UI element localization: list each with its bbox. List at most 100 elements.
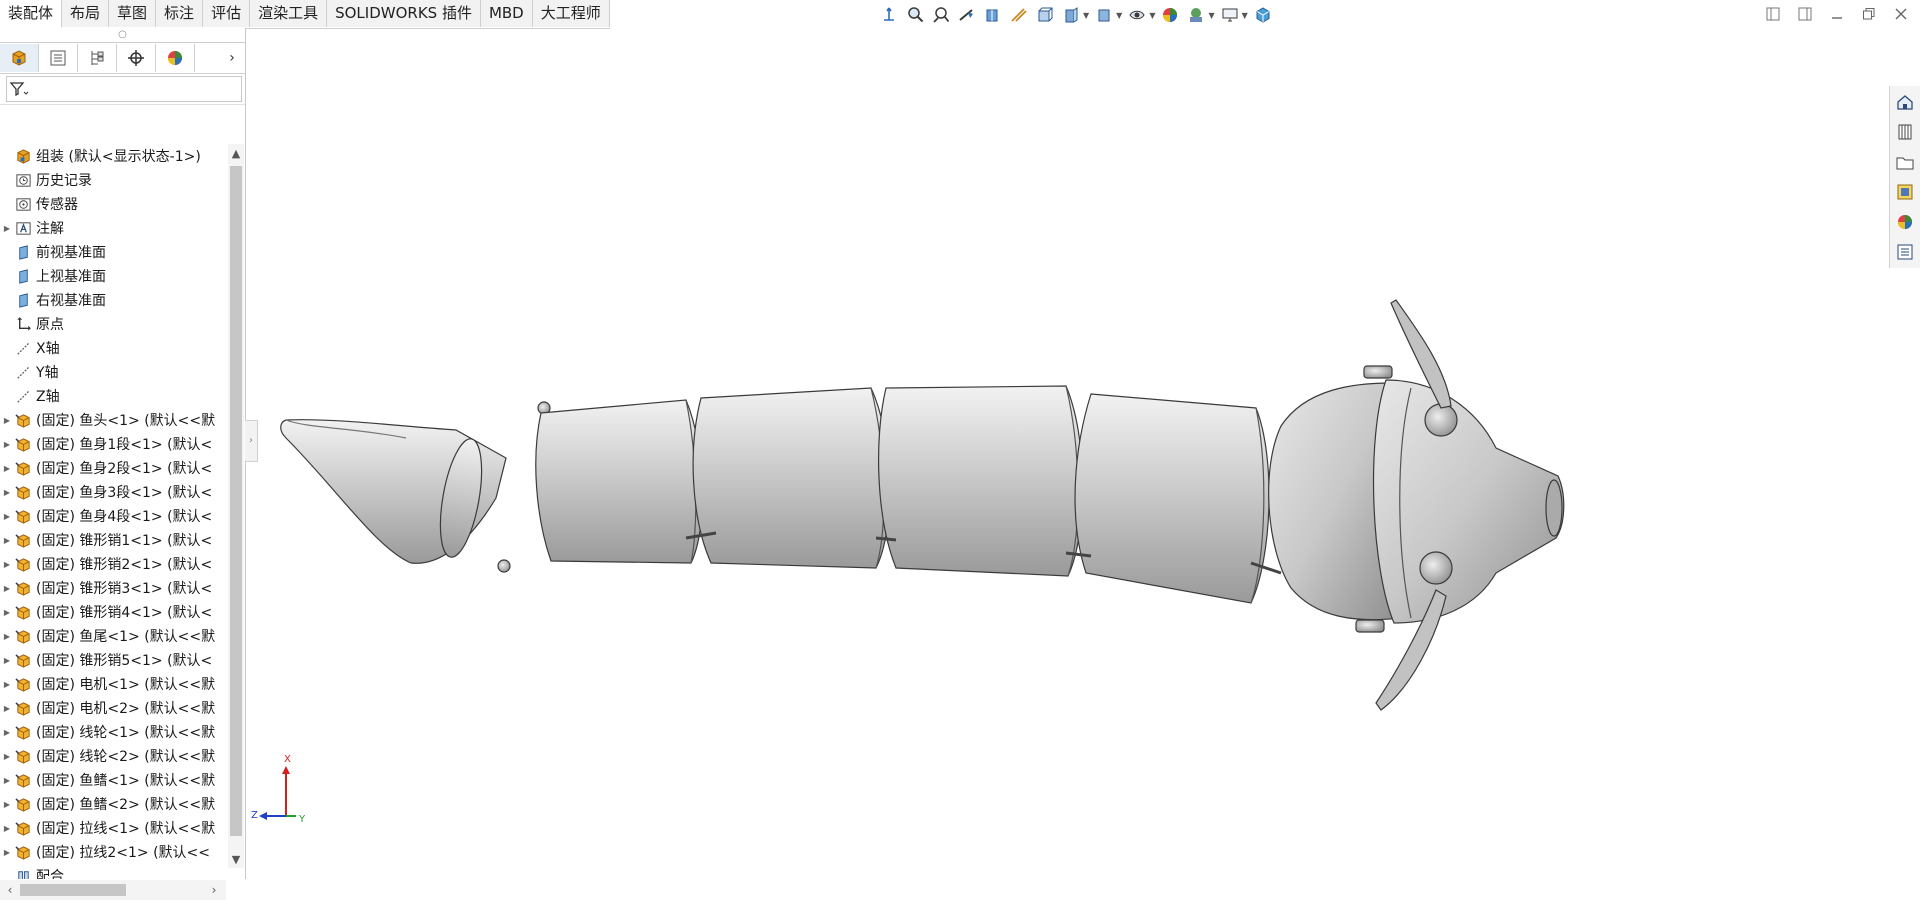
- expand-arrow-icon[interactable]: ▶: [0, 440, 14, 449]
- tree-item[interactable]: ▶ (固定) 锥形销2<1> (默认<: [0, 552, 226, 576]
- configurationmanager-icon[interactable]: [78, 44, 117, 72]
- tree-item[interactable]: ▶ (固定) 鱼身1段<1> (默认<: [0, 432, 226, 456]
- fish-body-segment-2[interactable]: [692, 387, 891, 569]
- tree-item[interactable]: ▶ (固定) 锥形销5<1> (默认<: [0, 648, 226, 672]
- tree-item[interactable]: ▶ (固定) 鱼尾<1> (默认<<默: [0, 624, 226, 648]
- custom-properties-icon[interactable]: [1890, 238, 1920, 266]
- tree-item[interactable]: ▶ (固定) 鱼头<1> (默认<<默: [0, 408, 226, 432]
- scroll-thumb-horizontal[interactable]: [20, 884, 126, 896]
- tree-item[interactable]: ▶ (固定) 鱼身4段<1> (默认<: [0, 504, 226, 528]
- fish-head-part[interactable]: [1268, 365, 1565, 633]
- previous-view-icon[interactable]: [956, 4, 978, 26]
- expand-arrow-icon[interactable]: ▶: [0, 776, 14, 785]
- expand-arrow-icon[interactable]: ▶: [0, 536, 14, 545]
- scroll-right-icon[interactable]: ›: [206, 880, 222, 900]
- tree-item[interactable]: ▶ (固定) 电机<2> (默认<<默: [0, 696, 226, 720]
- display-style-icon[interactable]: [1060, 4, 1082, 26]
- scroll-left-icon[interactable]: ‹: [2, 880, 18, 900]
- edit-appearance-icon[interactable]: [1159, 4, 1181, 26]
- tile-right-icon[interactable]: [1794, 4, 1816, 24]
- tree-item[interactable]: 原点: [0, 312, 226, 336]
- tab-3[interactable]: 标注: [156, 0, 204, 27]
- scroll-up-icon[interactable]: ▲: [228, 146, 244, 162]
- apply-scene-icon[interactable]: [1185, 4, 1207, 26]
- design-library-icon[interactable]: [1890, 118, 1920, 146]
- fish-body-segment-1[interactable]: [535, 399, 704, 564]
- tab-7[interactable]: MBD: [480, 0, 533, 27]
- view-orientation-icon[interactable]: [1034, 4, 1056, 26]
- tree-item[interactable]: Y轴: [0, 360, 226, 384]
- tree-item[interactable]: ▶ (固定) 鱼鳍<1> (默认<<默: [0, 768, 226, 792]
- tree-horizontal-scrollbar[interactable]: ‹ ›: [0, 880, 226, 900]
- expand-arrow-icon[interactable]: ▶: [0, 728, 14, 737]
- expand-arrow-icon[interactable]: ▶: [0, 800, 14, 809]
- tree-item[interactable]: ▶ (固定) 线轮<1> (默认<<默: [0, 720, 226, 744]
- expand-arrow-icon[interactable]: ▶: [0, 560, 14, 569]
- view-orientation-caret-icon[interactable]: ▼: [1116, 11, 1122, 20]
- tab-6[interactable]: SOLIDWORKS 插件: [327, 0, 481, 27]
- zoom-area-icon[interactable]: [930, 4, 952, 26]
- scroll-thumb[interactable]: [230, 166, 242, 836]
- expand-arrow-icon[interactable]: ▶: [0, 752, 14, 761]
- tree-item[interactable]: ▶ (固定) 鱼身2段<1> (默认<: [0, 456, 226, 480]
- section-view-icon[interactable]: [982, 4, 1004, 26]
- view-palette-icon[interactable]: [1890, 178, 1920, 206]
- hide-show-icon[interactable]: [1126, 4, 1148, 26]
- tree-item[interactable]: ▶ (固定) 锥形销4<1> (默认<: [0, 600, 226, 624]
- tree-item[interactable]: ▶ (固定) 线轮<2> (默认<<默: [0, 744, 226, 768]
- expand-arrow-icon[interactable]: ▶: [0, 512, 14, 521]
- appearances-icon[interactable]: [1890, 208, 1920, 236]
- tab-4[interactable]: 评估: [203, 0, 251, 27]
- expand-arrow-icon[interactable]: ▶: [0, 824, 14, 833]
- tree-item[interactable]: ▶ (固定) 拉线<1> (默认<<默: [0, 816, 226, 840]
- close-icon[interactable]: [1890, 4, 1912, 24]
- graphics-area[interactable]: X Z Y: [246, 28, 1886, 879]
- expand-arrow-icon[interactable]: ▶: [0, 464, 14, 473]
- view-settings-caret-icon[interactable]: ▼: [1242, 11, 1248, 20]
- tree-item[interactable]: ▶ (固定) 拉线2<1> (默认<<: [0, 840, 226, 864]
- move-triad-icon[interactable]: [878, 4, 900, 26]
- expand-arrow-icon[interactable]: ▶: [0, 632, 14, 641]
- hide-show-caret-icon[interactable]: ▼: [1149, 11, 1155, 20]
- scroll-down-icon[interactable]: ▼: [228, 852, 244, 868]
- tree-item[interactable]: ▶ (固定) 鱼身3段<1> (默认<: [0, 480, 226, 504]
- fish-tail-part[interactable]: [280, 401, 551, 573]
- tree-item[interactable]: 传感器: [0, 192, 226, 216]
- filter-icon[interactable]: [9, 80, 29, 98]
- expand-arrow-icon[interactable]: ▶: [0, 608, 14, 617]
- featuremanager-icon[interactable]: [0, 44, 39, 72]
- view-orientation-menu-icon[interactable]: [1093, 4, 1115, 26]
- tab-2[interactable]: 草图: [109, 0, 157, 27]
- tree-item[interactable]: 历史记录: [0, 168, 226, 192]
- expand-arrow-icon[interactable]: ▶: [0, 680, 14, 689]
- view-settings-icon[interactable]: [1219, 4, 1241, 26]
- tree-vertical-scrollbar[interactable]: ▲ ▼: [228, 144, 244, 868]
- tree-item[interactable]: 右视基准面: [0, 288, 226, 312]
- home-icon[interactable]: [1890, 88, 1920, 116]
- display-style-caret-icon[interactable]: ▼: [1083, 11, 1089, 20]
- tree-item[interactable]: 前视基准面: [0, 240, 226, 264]
- zoom-to-fit-icon[interactable]: [904, 4, 926, 26]
- tree-item[interactable]: ▶ (固定) 电机<1> (默认<<默: [0, 672, 226, 696]
- tree-item[interactable]: 配合: [0, 864, 226, 879]
- 3d-view-icon[interactable]: [1252, 4, 1274, 26]
- expand-arrow-icon[interactable]: ▶: [0, 416, 14, 425]
- file-explorer-icon[interactable]: [1890, 148, 1920, 176]
- expand-arrow-icon[interactable]: ▶: [0, 704, 14, 713]
- tile-left-icon[interactable]: [1762, 4, 1784, 24]
- apply-scene-caret-icon[interactable]: ▼: [1208, 11, 1214, 20]
- tab-8[interactable]: 大工程师: [532, 0, 610, 27]
- filter-input[interactable]: [6, 76, 242, 102]
- tab-0[interactable]: 装配体: [0, 0, 63, 27]
- tree-item[interactable]: X轴: [0, 336, 226, 360]
- expand-arrow-icon[interactable]: ▶: [0, 584, 14, 593]
- tab-5[interactable]: 渲染工具: [250, 0, 328, 27]
- tree-root[interactable]: 组装 (默认<显示状态-1>): [0, 144, 226, 168]
- displaymanager-icon[interactable]: [156, 44, 195, 72]
- tree-item[interactable]: ▶ 注解: [0, 216, 226, 240]
- panel-grip-icon[interactable]: ○: [0, 28, 245, 42]
- expand-arrow-icon[interactable]: ▶: [0, 848, 14, 857]
- expand-arrow-icon[interactable]: ▶: [0, 656, 14, 665]
- tree-item[interactable]: 上视基准面: [0, 264, 226, 288]
- minimize-icon[interactable]: [1826, 4, 1848, 24]
